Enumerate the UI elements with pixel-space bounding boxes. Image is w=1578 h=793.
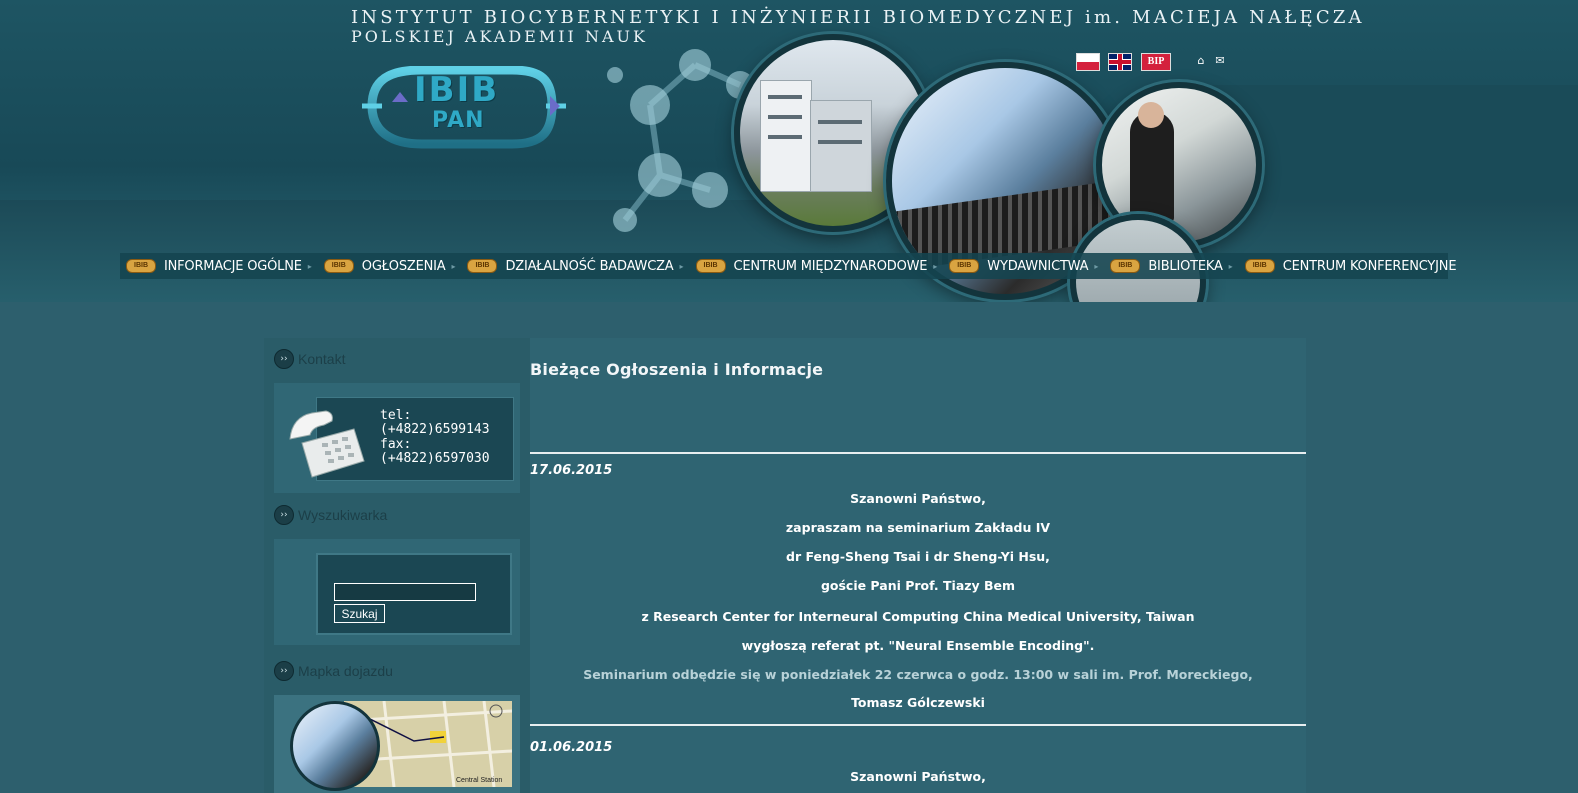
- main-content: Bieżące Ogłoszenia i Informacje 17.06.20…: [530, 338, 1306, 793]
- announcement-line: Seminarium odbędzie się w poniedziałek 2…: [583, 667, 1253, 682]
- nav-label: INFORMACJE OGÓLNE: [164, 258, 302, 274]
- sidebar: ›› Kontakt tel: (+4822)6599143 fax: (+48…: [264, 338, 530, 793]
- bullet-icon: ››: [274, 661, 294, 681]
- section-label: Wyszukiwarka: [298, 507, 388, 523]
- map-box[interactable]: Central Station: [274, 695, 520, 793]
- nav-item-ogloszenia[interactable]: IBIB OGŁOSZENIA ▸: [318, 253, 462, 279]
- nav-badge-icon: IBIB: [695, 259, 726, 273]
- english-flag-icon[interactable]: [1108, 53, 1132, 71]
- home-icon[interactable]: ⌂: [1195, 55, 1207, 67]
- bullet-icon: ››: [274, 505, 294, 525]
- ibib-pan-logo[interactable]: IBIB PAN: [362, 65, 567, 150]
- nav-separator-icon: ▸: [451, 261, 456, 271]
- map-station-label: Central Station: [456, 777, 503, 784]
- tel-value: (+4822)6599143: [380, 422, 490, 437]
- nav-separator-icon: ▸: [1228, 261, 1233, 271]
- page-title: Bieżące Ogłoszenia i Informacje: [530, 360, 824, 379]
- logo-text-bottom: PAN: [432, 108, 485, 133]
- nav-item-informacje-ogolne[interactable]: IBIB INFORMACJE OGÓLNE ▸: [120, 253, 318, 279]
- bip-icon[interactable]: BIP: [1141, 53, 1171, 71]
- fax-label: fax:: [380, 437, 412, 452]
- mail-icon[interactable]: ✉: [1214, 55, 1226, 67]
- nav-badge-icon: IBIB: [467, 259, 498, 273]
- nav-label: DZIAŁALNOŚĆ BADAWCZA: [505, 258, 674, 274]
- nav-separator-icon: ▸: [679, 261, 684, 271]
- fax-value: (+4822)6597030: [380, 451, 490, 466]
- polish-flag-icon[interactable]: [1076, 53, 1100, 71]
- nav-separator-icon: ▸: [1094, 261, 1099, 271]
- contact-section-title: ›› Kontakt: [274, 349, 345, 369]
- announcement-line: z Research Center for Interneural Comput…: [641, 609, 1195, 624]
- map-section-title: ›› Mapka dojazdu: [274, 661, 393, 681]
- search-panel: Szukaj: [316, 553, 512, 635]
- nav-item-dzialalnosc-badawcza[interactable]: IBIB DZIAŁALNOŚĆ BADAWCZA ▸: [461, 253, 689, 279]
- nav-badge-icon: IBIB: [949, 259, 980, 273]
- nav-item-centrum-miedzynarodowe[interactable]: IBIB CENTRUM MIĘDZYNARODOWE ▸: [690, 253, 944, 279]
- nav-badge-icon: IBIB: [126, 259, 156, 273]
- announcement-line: goście Pani Prof. Tiazy Bem: [820, 578, 1016, 593]
- telephone-icon: [282, 399, 368, 485]
- announcement-line: Szanowni Państwo,: [850, 491, 986, 506]
- search-box: Szukaj: [274, 539, 520, 645]
- announcement-line: dr Feng-Sheng Tsai i dr Sheng-Yi Hsu,: [786, 549, 1050, 564]
- nav-item-biblioteka[interactable]: IBIB BIBLIOTEKA ▸: [1104, 253, 1238, 279]
- nav-separator-icon: ▸: [307, 261, 312, 271]
- bullet-icon: ››: [274, 349, 294, 369]
- nav-label: CENTRUM MIĘDZYNARODOWE: [733, 258, 928, 274]
- announcement-signature: Tomasz Gólczewski: [851, 695, 985, 710]
- announcement-line: zapraszam na seminarium Zakładu IV: [785, 520, 1051, 535]
- map-building-photo: [290, 701, 380, 791]
- search-input[interactable]: [334, 583, 476, 601]
- section-label: Kontakt: [298, 351, 346, 367]
- announcement-date: 01.06.2015: [530, 740, 613, 755]
- contact-box: tel: (+4822)6599143 fax: (+4822)6597030: [274, 383, 520, 493]
- institute-subtitle: POLSKIEJ AKADEMII NAUK: [351, 27, 648, 46]
- search-button[interactable]: Szukaj: [334, 604, 385, 623]
- nav-label: WYDAWNICTWA: [987, 258, 1089, 274]
- nav-separator-icon: ▸: [933, 261, 938, 271]
- announcement-date: 17.06.2015: [530, 463, 613, 478]
- institute-title: INSTYTUT BIOCYBERNETYKI I INŻYNIERII BIO…: [351, 7, 1365, 28]
- nav-badge-icon: IBIB: [1244, 259, 1275, 273]
- nav-item-centrum-konferencyjne[interactable]: IBIB CENTRUM KONFERENCYJNE: [1239, 253, 1463, 279]
- announcement-line: Szanowni Państwo,: [850, 769, 986, 784]
- nav-label: OGŁOSZENIA: [361, 258, 446, 274]
- nav-badge-icon: IBIB: [1110, 259, 1141, 273]
- divider: [530, 724, 1306, 726]
- divider: [530, 452, 1306, 454]
- section-label: Mapka dojazdu: [298, 663, 393, 679]
- nav-label: CENTRUM KONFERENCYJNE: [1282, 258, 1457, 274]
- announcement-line: wygłoszą referat pt. "Neural Ensemble En…: [741, 638, 1095, 653]
- logo-text-top: IBIB: [414, 70, 500, 110]
- nav-label: BIBLIOTEKA: [1148, 258, 1223, 274]
- nav-item-wydawnictwa[interactable]: IBIB WYDAWNICTWA ▸: [943, 253, 1104, 279]
- search-section-title: ›› Wyszukiwarka: [274, 505, 387, 525]
- tel-label: tel:: [380, 408, 412, 423]
- header: INSTYTUT BIOCYBERNETYKI I INŻYNIERII BIO…: [0, 0, 1578, 302]
- main-nav: IBIB INFORMACJE OGÓLNE ▸ IBIB OGŁOSZENIA…: [120, 253, 1457, 279]
- nav-badge-icon: IBIB: [323, 259, 354, 273]
